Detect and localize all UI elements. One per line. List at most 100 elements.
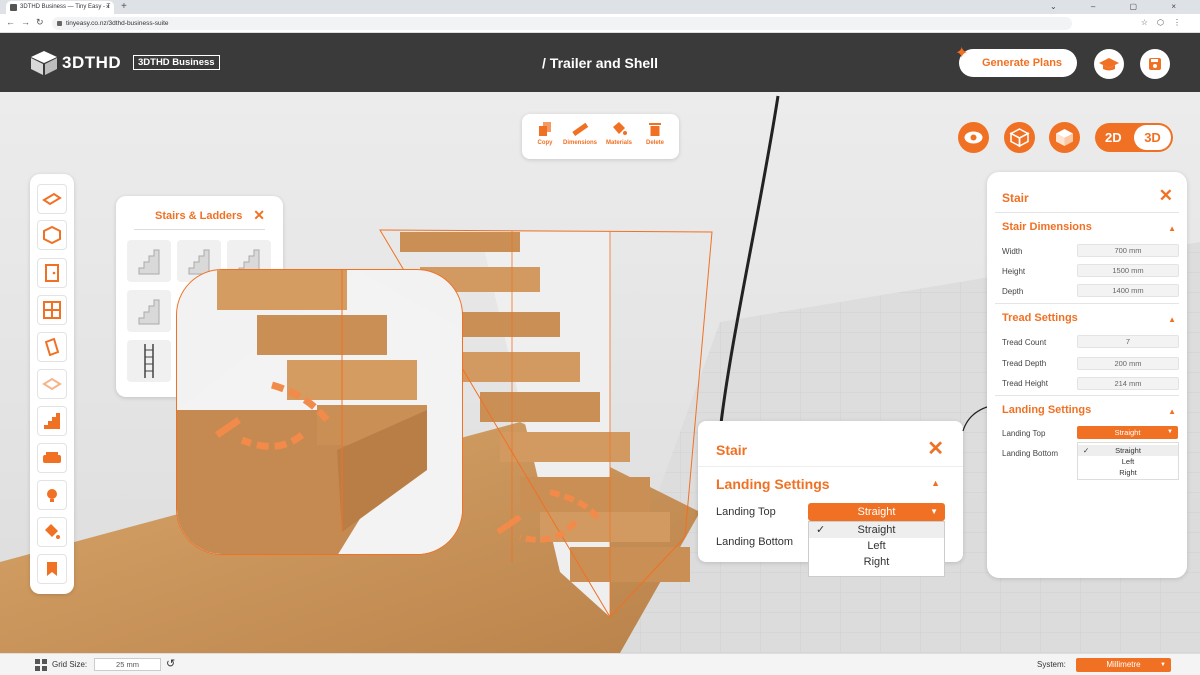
tread-depth-label: Tread Depth	[1002, 359, 1047, 368]
sidebar-item-walls[interactable]	[37, 332, 67, 362]
option-straight[interactable]: ✓ Straight	[809, 522, 944, 538]
tab-close-icon[interactable]: ×	[106, 1, 110, 14]
sidebar-item-shell[interactable]	[37, 220, 67, 250]
delete-tool[interactable]: Delete	[636, 120, 674, 146]
tread-settings-heading[interactable]: Tread Settings	[1002, 312, 1078, 324]
sidebar-item-roof[interactable]	[37, 369, 67, 399]
app-header: 3DTHD 3DTHD Business / Trailer and Shell…	[0, 33, 1200, 92]
browser-tab-title: 3DTHD Business — Tiny Easy - T	[20, 4, 111, 10]
sidebar-item-windows[interactable]	[37, 295, 67, 325]
tread-count-field[interactable]: 7	[1077, 335, 1179, 348]
divider	[995, 395, 1179, 396]
landing-settings-heading[interactable]: Landing Settings	[1002, 404, 1091, 416]
back-icon[interactable]: ←	[6, 17, 15, 27]
grid-size-label: Grid Size:	[52, 660, 88, 669]
new-tab-button[interactable]: +	[121, 0, 127, 14]
copy-tool[interactable]: Copy	[526, 120, 564, 146]
sidebar-item-doors[interactable]	[37, 258, 67, 288]
divider	[995, 303, 1179, 304]
option-left[interactable]: Left	[809, 538, 944, 554]
option-left[interactable]: Left	[1078, 456, 1178, 467]
cube-icon	[43, 226, 61, 244]
dimensions-tool[interactable]: Dimensions	[561, 120, 599, 146]
generate-plans-button[interactable]: Generate Plans	[959, 49, 1077, 77]
collapse-caret-icon[interactable]: ▲	[1168, 315, 1176, 324]
reload-icon[interactable]: ↻	[36, 17, 44, 28]
stair-thumb-icon	[138, 299, 160, 325]
window-controls[interactable]: ⌄ – ▢ ×	[1050, 0, 1192, 13]
ladder-thumbnail[interactable]	[127, 340, 171, 382]
sidebar-item-paint[interactable]	[37, 517, 67, 547]
toggle-2d[interactable]: 2D	[1105, 130, 1122, 145]
landing-settings-heading[interactable]: Landing Settings	[716, 476, 830, 492]
graduation-cap-icon	[1099, 58, 1119, 71]
stair-properties-panel: Stair ✕ Stair Dimensions ▲ Width 700 mm …	[987, 172, 1187, 578]
collapse-caret-icon[interactable]: ▲	[1168, 407, 1176, 416]
sparkle-icon: ✦	[955, 45, 969, 62]
toggle-3d[interactable]: 3D	[1134, 125, 1171, 150]
divider	[134, 229, 265, 230]
depth-field[interactable]: 1400 mm	[1077, 284, 1179, 297]
forward-icon[interactable]: →	[21, 17, 30, 27]
width-label: Width	[1002, 247, 1023, 256]
copy-label: Copy	[537, 140, 553, 146]
sidebar-item-furniture[interactable]	[37, 443, 67, 473]
reset-grid-icon[interactable]: ↺	[166, 657, 175, 670]
paint-bucket-icon	[613, 122, 627, 135]
cube-view-icon	[1009, 128, 1030, 148]
paint-icon	[45, 524, 60, 539]
trash-icon	[649, 123, 661, 136]
collapse-caret-icon[interactable]: ▲	[1168, 224, 1176, 233]
landing-top-label: Landing Top	[1002, 429, 1046, 438]
save-icon	[1149, 58, 1161, 70]
url-field[interactable]: tinyeasy.co.nz/3dthd-business-suite	[52, 17, 1072, 30]
sidebar-item-floor[interactable]	[37, 184, 67, 214]
landing-top-select[interactable]: Straight ▼	[808, 503, 945, 521]
option-label: Straight	[857, 524, 896, 536]
divider	[995, 212, 1179, 213]
url-text: tinyeasy.co.nz/3dthd-business-suite	[66, 20, 169, 27]
exterior-view-button[interactable]	[1049, 122, 1080, 153]
light-bulb-icon	[47, 489, 57, 502]
view-mode-toggle[interactable]: 2D 3D	[1095, 123, 1173, 152]
option-straight[interactable]: ✓ Straight	[1078, 445, 1178, 456]
materials-tool[interactable]: Materials	[600, 120, 638, 146]
browser-tab-bar: 3DTHD Business — Tiny Easy - T × + ⌄ – ▢…	[0, 0, 1200, 14]
option-right[interactable]: Right	[809, 554, 944, 570]
browser-tab[interactable]: 3DTHD Business — Tiny Easy - T ×	[6, 1, 114, 14]
sidebar-item-bookmarks[interactable]	[37, 554, 67, 584]
stairs-panel-close-icon[interactable]: ✕	[253, 207, 265, 224]
lock-icon	[57, 21, 62, 26]
interior-view-button[interactable]	[1004, 122, 1035, 153]
copy-icon	[539, 122, 551, 136]
stair-dialog-close-icon[interactable]: ✕	[927, 436, 944, 461]
box-view-icon	[1056, 129, 1073, 146]
stair-dimensions-heading[interactable]: Stair Dimensions	[1002, 221, 1092, 233]
stair-thumbnail[interactable]	[127, 290, 171, 332]
sidebar-item-stairs[interactable]	[37, 406, 67, 436]
tread-height-label: Tread Height	[1002, 379, 1048, 388]
landing-top-value: Straight	[1114, 428, 1141, 437]
stair-thumbnail[interactable]	[127, 240, 171, 282]
option-right[interactable]: Right	[1078, 467, 1178, 478]
landing-top-select[interactable]: Straight ▼	[1077, 426, 1178, 439]
walkthrough-view-button[interactable]	[958, 122, 989, 153]
sofa-icon	[43, 452, 61, 463]
tread-height-field[interactable]: 214 mm	[1077, 377, 1179, 390]
collapse-caret-icon[interactable]: ▲	[931, 478, 940, 488]
tutorial-button[interactable]	[1094, 49, 1124, 79]
sidebar-item-lighting[interactable]	[37, 480, 67, 510]
panel-close-icon[interactable]: ✕	[1159, 186, 1173, 206]
landing-top-value: Straight	[857, 506, 896, 518]
grid-size-input[interactable]: 25 mm	[94, 658, 161, 671]
zoom-inset-graphics	[177, 270, 462, 554]
landing-top-label: Landing Top	[716, 506, 776, 518]
tread-depth-field[interactable]: 200 mm	[1077, 357, 1179, 370]
landing-top-options: ✓ Straight Left Right	[1077, 442, 1179, 480]
width-field[interactable]: 700 mm	[1077, 244, 1179, 257]
browser-extension-icons[interactable]: ☆⬡⋮	[1141, 18, 1190, 27]
object-toolbar: Copy Dimensions Materials Delete	[522, 114, 679, 159]
unit-system-select[interactable]: Millimetre ▼	[1076, 658, 1171, 672]
height-field[interactable]: 1500 mm	[1077, 264, 1179, 277]
save-button[interactable]	[1140, 49, 1170, 79]
